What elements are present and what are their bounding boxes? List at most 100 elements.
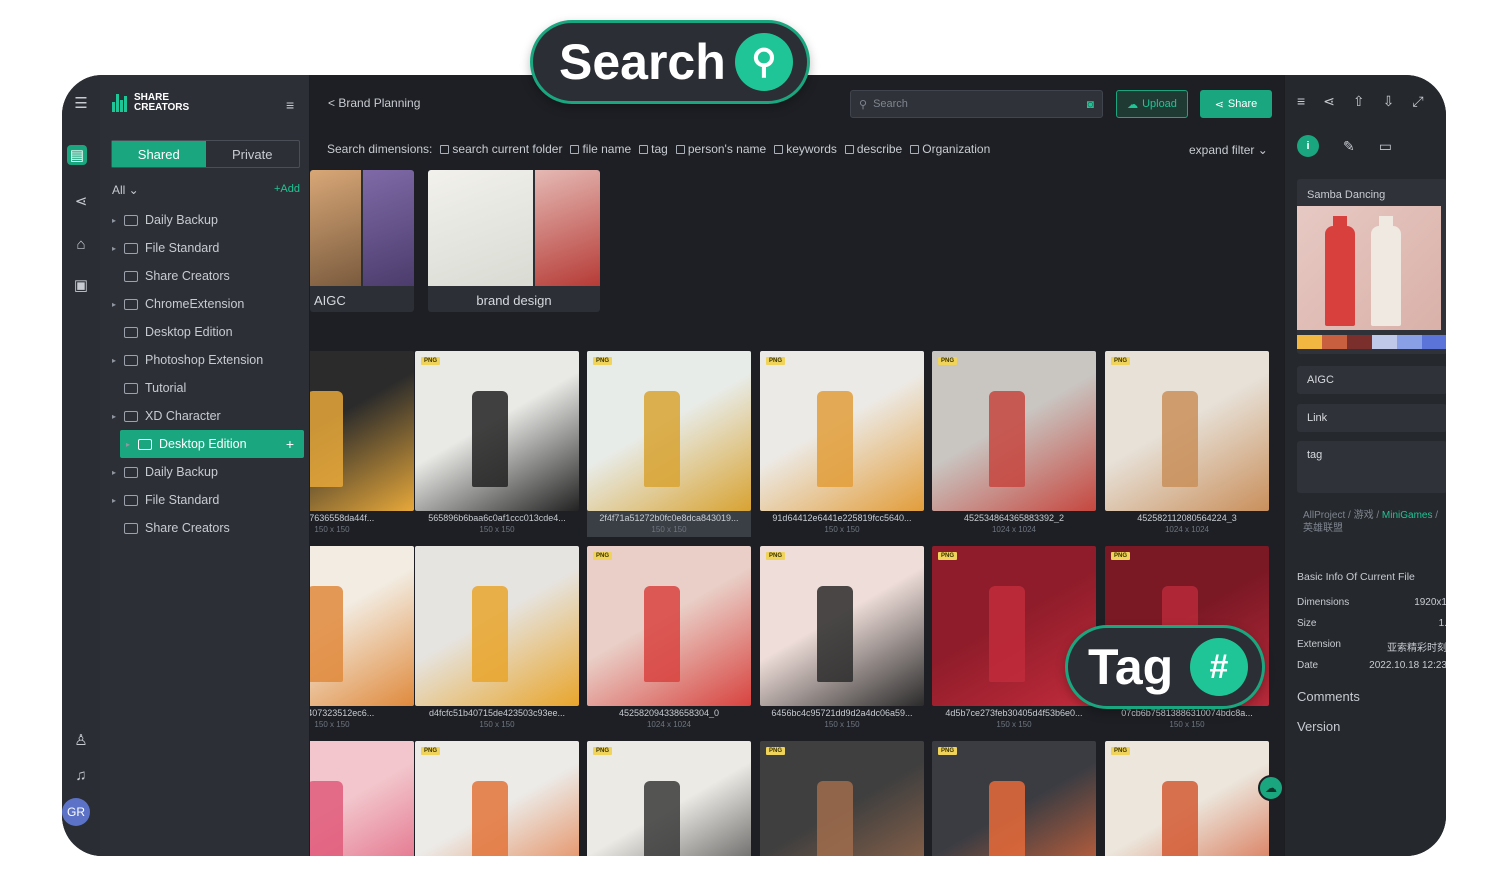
folder-item[interactable]: Desktop Edition — [108, 318, 304, 346]
expand-arrow-icon[interactable]: ▸ — [112, 300, 124, 309]
expand-arrow-icon[interactable]: ▸ — [126, 440, 138, 449]
download-icon[interactable]: ⇩ — [1383, 93, 1395, 110]
filter-checkbox[interactable]: file name — [570, 142, 631, 156]
file-card[interactable]: PNG 6456bc4c95721dd9d2a4dc06a59... 150 x 1… — [760, 546, 924, 732]
file-card[interactable] — [310, 741, 414, 856]
add-folder-button[interactable]: +Add — [274, 183, 300, 197]
file-card[interactable]: PNG — [932, 741, 1096, 856]
menu-icon[interactable]: ≡ — [286, 97, 294, 113]
color-swatch[interactable] — [1347, 335, 1372, 349]
filter-checkbox[interactable]: search current folder — [440, 142, 562, 156]
folder-icon — [124, 382, 138, 394]
folder-icon — [124, 298, 138, 310]
folder-item[interactable]: ▸ File Standard — [108, 486, 304, 514]
file-card[interactable]: d4fcfc51b40715de423503c93ee... 150 x 150 — [415, 546, 579, 732]
file-card[interactable]: PNG — [587, 741, 751, 856]
bell-icon[interactable]: ♫ — [67, 763, 95, 787]
tag-aigc[interactable]: AIGC — [1297, 366, 1446, 394]
file-name: d4fcfc51b40715de423503c93ee... — [428, 708, 566, 718]
file-thumbnail: PNG — [587, 351, 751, 511]
add-subfolder-icon[interactable]: + — [286, 436, 294, 452]
color-swatch[interactable] — [1422, 335, 1446, 349]
edit-icon[interactable]: ✎ — [1343, 138, 1355, 155]
files-icon[interactable]: ▤ — [67, 145, 87, 165]
file-card[interactable]: PNG 4d5b7ce273feb30405d4f53b6e0... 150 x 1… — [932, 546, 1096, 732]
preview-card: Samba Dancing — [1297, 179, 1446, 354]
filter-checkbox[interactable]: keywords — [774, 142, 837, 156]
search-input[interactable]: ⚲ Search ◙ — [850, 90, 1103, 118]
share-button[interactable]: ⋖ Share — [1200, 90, 1272, 118]
version-section[interactable]: Version — [1297, 719, 1340, 734]
folder-icon — [124, 494, 138, 506]
breadcrumb[interactable]: < Brand Planning — [328, 96, 420, 110]
file-thumbnail: PNG — [415, 351, 579, 511]
folder-label: Photoshop Extension — [145, 353, 264, 367]
color-swatch[interactable] — [1372, 335, 1397, 349]
upload-button[interactable]: ☁ Upload — [1116, 90, 1188, 118]
upload-icon[interactable]: ⇧ — [1353, 93, 1365, 110]
folder-card-brand-design[interactable]: brand design — [428, 170, 600, 312]
expand-filter[interactable]: expand filter ⌄ — [1189, 143, 1268, 157]
tab-private[interactable]: Private — [206, 141, 300, 167]
folder-item[interactable]: Tutorial — [108, 374, 304, 402]
file-card[interactable]: PNG 565896b6baa6c0af1ccc013cde4... 150 x 1… — [415, 351, 579, 537]
tag-input[interactable]: tag — [1297, 441, 1446, 493]
share-icon[interactable]: ⋖ — [67, 189, 95, 213]
expand-arrow-icon[interactable]: ▸ — [112, 216, 124, 225]
folder-item[interactable]: Share Creators — [108, 514, 304, 542]
collapse-icon[interactable]: ☰ — [67, 91, 95, 115]
cloud-fab-icon[interactable]: ☁ — [1258, 775, 1284, 801]
file-card[interactable]: PNG — [415, 741, 579, 856]
list-icon[interactable]: ≡ — [1297, 93, 1305, 110]
file-card[interactable]: PNG 452582094338658304_0 1024 x 1024 — [587, 546, 751, 732]
folder-label: Share Creators — [145, 269, 230, 283]
tab-shared[interactable]: Shared — [112, 141, 206, 167]
store-icon[interactable]: ▣ — [67, 273, 95, 297]
comments-section[interactable]: Comments — [1297, 689, 1360, 704]
file-card[interactable]: PNG — [1105, 741, 1269, 856]
file-dimensions: 150 x 150 — [651, 525, 687, 534]
path-link[interactable]: MiniGames — [1382, 510, 1433, 521]
checkbox-icon — [440, 144, 450, 154]
expand-arrow-icon[interactable]: ▸ — [112, 496, 124, 505]
file-card[interactable]: bf9a407323512ec6... 150 x 150 — [310, 546, 414, 732]
folder-item[interactable]: ▸ ChromeExtension — [108, 290, 304, 318]
window-icon[interactable]: ▭ — [1379, 138, 1392, 155]
folder-item[interactable]: ▸ Desktop Edition + — [120, 430, 304, 458]
folder-item[interactable]: ▸ Photoshop Extension — [108, 346, 304, 374]
folder-item[interactable]: ▸ XD Character — [108, 402, 304, 430]
folder-card-aigc[interactable]: AIGC — [310, 170, 414, 312]
all-filter[interactable]: All ⌄ — [112, 183, 139, 197]
file-card[interactable]: PNG 2f4f71a51272b0fc0e8dca843019... 150 x … — [587, 351, 751, 537]
link-field[interactable]: Link — [1297, 404, 1446, 432]
expand-arrow-icon[interactable]: ▸ — [112, 356, 124, 365]
folder-item[interactable]: ▸ Daily Backup — [108, 206, 304, 234]
expand-arrow-icon[interactable]: ▸ — [112, 412, 124, 421]
file-card[interactable]: PNG 452534864365883392_2 1024 x 1024 — [932, 351, 1096, 537]
folder-item[interactable]: ▸ Daily Backup — [108, 458, 304, 486]
home-icon[interactable]: ⌂ — [67, 232, 95, 256]
color-swatch[interactable] — [1297, 335, 1322, 349]
share-icon[interactable]: ⋖ — [1323, 93, 1335, 110]
filter-checkbox[interactable]: Organization — [910, 142, 990, 156]
expand-arrow-icon[interactable]: ▸ — [112, 244, 124, 253]
color-swatch[interactable] — [1322, 335, 1347, 349]
filter-checkbox[interactable]: describe — [844, 142, 902, 156]
avatar[interactable]: GR — [62, 798, 90, 826]
fullscreen-icon[interactable]: ⤢ — [1412, 93, 1423, 110]
file-card[interactable]: PNG 452582112080564224_3 1024 x 1024 — [1105, 351, 1269, 537]
file-card[interactable]: 8b6c7636558da44f... 150 x 150 — [310, 351, 414, 537]
camera-icon[interactable]: ◙ — [1087, 97, 1094, 111]
filter-checkbox[interactable]: tag — [639, 142, 668, 156]
color-swatch[interactable] — [1397, 335, 1422, 349]
folder-icon — [124, 522, 138, 534]
filter-checkbox[interactable]: person's name — [675, 142, 766, 156]
folder-item[interactable]: Share Creators — [108, 262, 304, 290]
file-card[interactable]: PNG 91d64412e6441e225819fcc5640... 150 x 1… — [760, 351, 924, 537]
user-icon[interactable]: ♙ — [67, 728, 95, 752]
folder-item[interactable]: ▸ File Standard — [108, 234, 304, 262]
file-card[interactable]: PNG — [760, 741, 924, 856]
file-thumbnail: PNG — [760, 546, 924, 706]
expand-arrow-icon[interactable]: ▸ — [112, 468, 124, 477]
info-icon[interactable]: i — [1297, 135, 1319, 157]
